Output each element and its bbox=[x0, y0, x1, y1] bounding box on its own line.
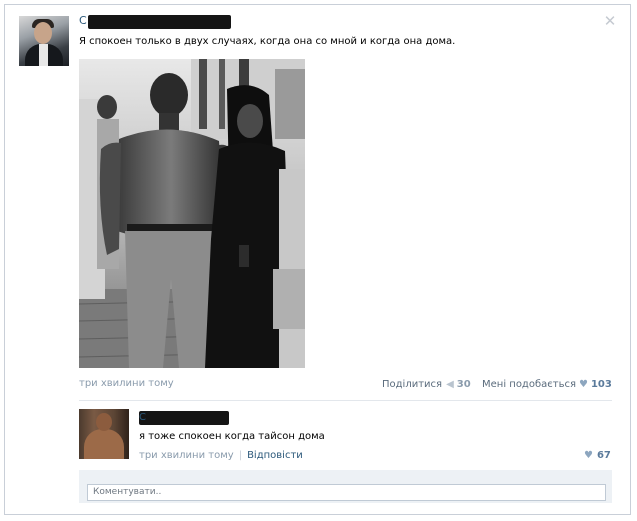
heart-icon: ♥ bbox=[578, 378, 588, 390]
post-author-avatar[interactable] bbox=[19, 16, 69, 66]
share-count: 30 bbox=[456, 378, 471, 390]
close-icon[interactable]: ✕ bbox=[602, 13, 618, 29]
like-button[interactable]: Мені подобається ♥ 103 bbox=[482, 378, 612, 390]
comment-text: я тоже спокоен когда тайсон дома bbox=[139, 431, 325, 442]
reply-link[interactable]: Відповісти bbox=[247, 450, 303, 461]
author-name-redaction bbox=[88, 15, 231, 29]
comment-timestamp[interactable]: три хвилини тому bbox=[139, 450, 234, 461]
post-timestamp[interactable]: три хвилини тому bbox=[79, 378, 174, 389]
like-label: Мені подобається bbox=[482, 378, 576, 390]
photo-image bbox=[79, 59, 305, 368]
like-count: 103 bbox=[590, 378, 612, 390]
comment-input[interactable] bbox=[87, 483, 606, 501]
comment-like-button[interactable]: ♥ 67 bbox=[584, 450, 611, 461]
comment-like-count: 67 bbox=[596, 450, 611, 461]
comment-author-redaction bbox=[139, 411, 229, 425]
post-author-name[interactable]: С bbox=[79, 15, 89, 26]
post-photo[interactable] bbox=[79, 59, 305, 368]
comment-author-name[interactable]: С bbox=[139, 413, 147, 423]
post-text: Я спокоен только в двух случаях, когда о… bbox=[79, 36, 456, 47]
comment-author-avatar[interactable] bbox=[79, 409, 129, 459]
heart-icon: ♥ bbox=[584, 450, 593, 461]
meta-separator: | bbox=[238, 450, 243, 461]
megaphone-icon: ◀ bbox=[446, 378, 454, 390]
comment-meta: три хвилини тому | Відповісти bbox=[139, 450, 303, 461]
comments-divider bbox=[79, 400, 612, 401]
share-button[interactable]: Поділитися ◀ 30 bbox=[382, 378, 471, 390]
share-label: Поділитися bbox=[382, 378, 443, 390]
comment-composer bbox=[79, 470, 612, 503]
